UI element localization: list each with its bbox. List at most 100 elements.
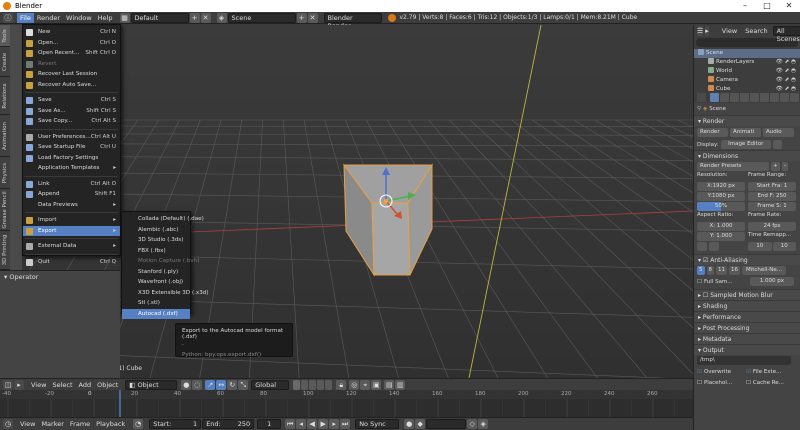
editor-type-properties-icon[interactable]	[697, 92, 706, 102]
export-item-wavefront-obj[interactable]: Wavefront (.obj)	[122, 277, 190, 288]
post-processing-panel-header[interactable]: ▸ Post Processing	[694, 322, 800, 333]
resolution-percentage-slider[interactable]: 50%	[697, 202, 745, 211]
menu-help[interactable]: Help	[95, 13, 116, 23]
file-menu-item-revert[interactable]: Revert	[23, 59, 120, 70]
export-item-motion-capture-bvh[interactable]: Motion Capture (.bvh)	[122, 256, 199, 267]
editor-type-icon[interactable]: ⓘ	[3, 12, 13, 23]
delete-keyframe-icon[interactable]: ◈	[478, 419, 489, 429]
translate-icon[interactable]: ↔	[216, 379, 227, 390]
tab-tools[interactable]: Tools	[0, 25, 10, 47]
maximize-button[interactable]: □	[756, 0, 778, 12]
scene-icon[interactable]: ◈	[216, 12, 227, 23]
border-checkbox[interactable]	[697, 242, 707, 251]
anti-aliasing-panel-header[interactable]: ▾ ☑ Anti-Aliasing	[694, 254, 800, 265]
output-path-input[interactable]: /tmp\	[697, 356, 791, 365]
play-audio-button[interactable]: Audio	[763, 128, 794, 137]
file-menu-item-quit[interactable]: Quit Ctrl Q	[23, 257, 120, 268]
file-menu-item-append[interactable]: Append Shift F1	[23, 189, 120, 200]
cache-result-checkbox[interactable]: ☐	[746, 380, 751, 386]
outliner-item-camera[interactable]: Camera 👁︎ ⬈ ◓	[694, 76, 800, 85]
render-engine-selector[interactable]: Blender Render	[323, 12, 382, 30]
export-item-autocad-dxf[interactable]: Autocad (.dxf)	[122, 308, 190, 319]
aspect-y-field[interactable]: Y: 1.000	[697, 232, 745, 241]
frame-step-field[interactable]: Frame S: 1	[748, 202, 796, 211]
proportional-edit-icon[interactable]: ◎	[349, 379, 360, 390]
start-frame-field[interactable]: Start: 1	[149, 419, 202, 429]
file-menu-item-recover-last-session[interactable]: Recover Last Session	[23, 69, 120, 80]
visibility-toggle-icon[interactable]: 👁︎ ⬈ ◓	[776, 58, 796, 67]
record-icon[interactable]: ●	[404, 419, 415, 429]
export-item-fbx-fbx[interactable]: FBX (.fbx)	[122, 246, 190, 257]
menu-marker[interactable]: Marker	[38, 419, 66, 429]
render-image-button[interactable]: Render	[697, 128, 728, 137]
file-menu-item-external-data[interactable]: External Data ▸	[23, 241, 120, 252]
scene-selector[interactable]: Scene	[227, 12, 296, 23]
cube-object[interactable]	[343, 163, 433, 277]
render-panel-header[interactable]: ▾ Render	[694, 115, 800, 126]
snap-element-icon[interactable]: ▣	[371, 379, 382, 390]
insert-keyframe-icon[interactable]: ◇	[467, 419, 478, 429]
object-context-icon[interactable]	[750, 92, 759, 102]
jump-start-icon[interactable]: ⏮	[285, 419, 296, 429]
rotate-icon[interactable]: ↻	[227, 379, 238, 390]
export-item-collada-default-dae[interactable]: Collada (Default) (.dae)	[122, 214, 204, 225]
world-context-icon[interactable]	[740, 92, 749, 102]
file-menu-item-user-preferences[interactable]: User Preferences... Ctrl Alt U	[23, 132, 120, 143]
tab-3d-printing[interactable]: 3D Printing	[0, 231, 10, 270]
sampled-motion-blur-panel-header[interactable]: ▸ ☐ Sampled Motion Blur	[694, 289, 800, 300]
export-item-stanford-ply[interactable]: Stanford (.ply)	[122, 267, 190, 278]
menu-frame[interactable]: Frame	[67, 419, 93, 429]
outliner-menu-view[interactable]: View	[719, 26, 740, 36]
collapse-outliner-icon[interactable]: ▸	[705, 26, 709, 36]
outliner-filter-selector[interactable]: All Scenes	[772, 26, 800, 43]
remove-layout-icon[interactable]: ✕	[200, 12, 211, 23]
opengl-anim-icon[interactable]: ▥	[395, 379, 406, 390]
menu-timeline-view[interactable]: View	[17, 419, 38, 429]
frame-end-field[interactable]: End F: 250	[748, 192, 796, 201]
editor-type-outliner-icon[interactable]: ☰	[697, 26, 704, 36]
aa-samples-11[interactable]: 11	[716, 266, 727, 275]
preview-range-icon[interactable]: ◔	[133, 419, 144, 429]
menu-render[interactable]: Render	[34, 13, 63, 23]
file-menu-item-application-templates[interactable]: Application Templates ▸	[23, 163, 120, 174]
tab-grease-pencil[interactable]: Grease Pencil	[0, 189, 10, 231]
aspect-x-field[interactable]: X: 1.000	[697, 222, 745, 231]
shading-solid-icon[interactable]: ●	[181, 379, 192, 390]
render-animation-button[interactable]: Animati	[730, 128, 761, 137]
file-menu-item-import[interactable]: Import ▸	[23, 215, 120, 226]
outliner-menu-search[interactable]: Search	[742, 26, 770, 36]
outliner-item-world[interactable]: World 👁︎ ⬈ ◓	[694, 67, 800, 76]
render-context-icon[interactable]	[710, 92, 719, 102]
overwrite-checkbox[interactable]: ☑	[697, 369, 702, 375]
file-menu-item-new[interactable]: New Ctrl N	[23, 27, 120, 38]
modifiers-context-icon[interactable]	[770, 92, 779, 102]
add-scene-icon[interactable]: +	[296, 12, 307, 23]
layout-selector[interactable]: Default	[130, 12, 189, 23]
file-menu-item-data-previews[interactable]: Data Previews ▸	[23, 200, 120, 211]
frame-start-field[interactable]: Start Fra: 1	[748, 182, 796, 191]
frame-rate-selector[interactable]: 24 fps	[748, 222, 796, 231]
output-panel-header[interactable]: ▾ Output	[694, 344, 800, 355]
placeholders-checkbox[interactable]: ☐	[697, 380, 702, 386]
remove-preset-icon[interactable]: –	[781, 162, 789, 171]
add-preset-icon[interactable]: +	[771, 162, 780, 171]
menu-object[interactable]: Object	[94, 380, 121, 390]
file-menu-item-link[interactable]: Link Ctrl Alt O	[23, 179, 120, 190]
prev-key-icon[interactable]: ◂	[296, 419, 307, 429]
remap-old-field[interactable]: 10	[748, 242, 772, 251]
tab-create[interactable]: Create	[0, 47, 10, 77]
keying-set-icon[interactable]: ◆	[415, 419, 426, 429]
export-item-alembic-abc[interactable]: Alembic (.abc)	[122, 225, 190, 236]
file-menu-item-open-recent[interactable]: Open Recent... Shift Ctrl O	[23, 48, 120, 59]
material-context-icon[interactable]	[790, 92, 799, 102]
lock-interface-icon[interactable]	[772, 140, 782, 149]
remove-scene-icon[interactable]: ✕	[307, 12, 318, 23]
tab-animation[interactable]: Animation	[0, 115, 10, 157]
menu-view[interactable]: View	[28, 380, 49, 390]
sync-mode-selector[interactable]: No Sync	[355, 419, 400, 429]
outliner-item-scene[interactable]: Scene	[694, 49, 800, 58]
minimize-button[interactable]: –	[734, 0, 756, 12]
dimensions-panel-header[interactable]: ▾ Dimensions	[694, 150, 800, 161]
export-item-stl-stl[interactable]: Stl (.stl)	[122, 298, 190, 309]
aa-samples-8[interactable]: 8	[706, 266, 714, 275]
